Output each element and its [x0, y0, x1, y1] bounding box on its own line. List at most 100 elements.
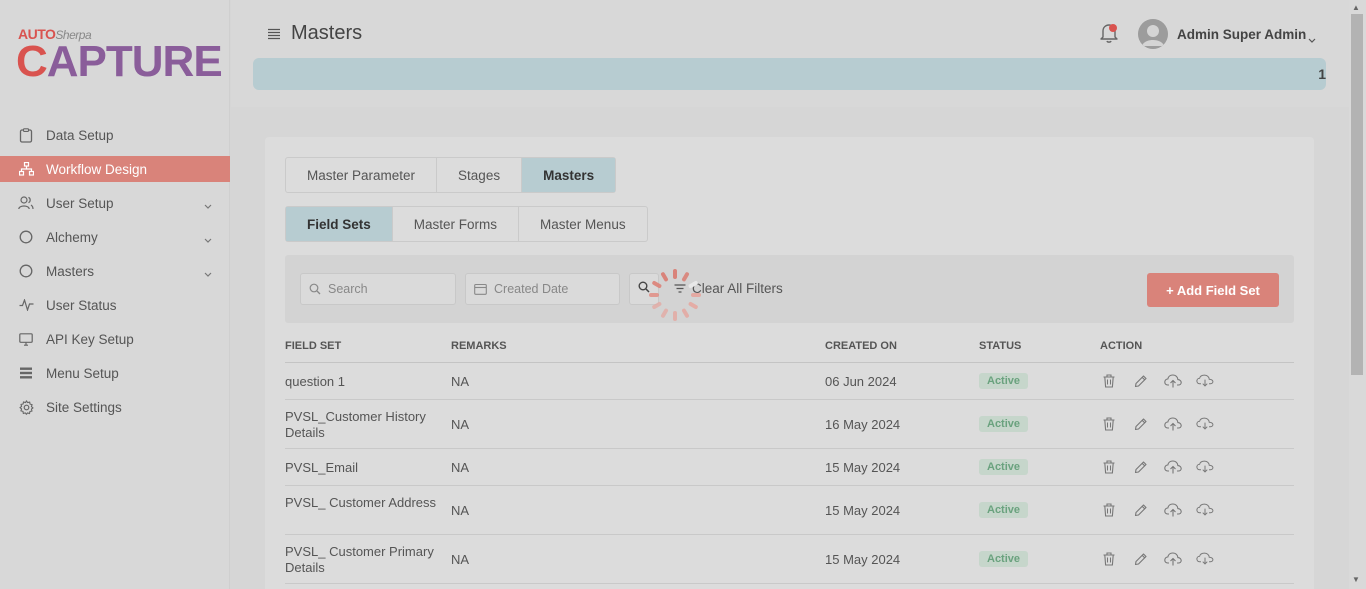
- scrollbar-thumb[interactable]: [1351, 14, 1363, 375]
- table-header: FIELD SET REMARKS CREATED ON STATUS ACTI…: [285, 335, 1294, 363]
- sidebar-item-data-setup[interactable]: Data Setup: [0, 118, 230, 152]
- activity-icon: [18, 297, 34, 313]
- delete-icon[interactable]: [1100, 415, 1118, 433]
- gear-icon: [18, 399, 34, 415]
- created-date-input[interactable]: Created Date: [465, 273, 620, 305]
- sidebar: AUTOSherpa CAPTURE Data Setup Workflow D…: [0, 0, 230, 589]
- remarks-cell: NA: [451, 417, 470, 432]
- clipboard-icon: [18, 127, 34, 143]
- sidebar-item-alchemy[interactable]: Alchemy: [0, 220, 230, 254]
- status-badge: Active: [979, 459, 1029, 475]
- sidebar-item-site-settings[interactable]: Site Settings: [0, 390, 230, 424]
- edit-pencil-icon[interactable]: [1132, 372, 1150, 390]
- tab-masters[interactable]: Masters: [522, 158, 616, 192]
- column-header-created-on[interactable]: CREATED ON: [825, 340, 897, 352]
- add-field-set-button[interactable]: + Add Field Set: [1147, 273, 1279, 307]
- monitor-icon: [18, 331, 34, 347]
- app-logo[interactable]: AUTOSherpa CAPTURE: [16, 24, 223, 86]
- remarks-cell: NA: [451, 374, 470, 389]
- info-banner: 1: [253, 58, 1326, 90]
- chevron-down-icon: [204, 265, 212, 280]
- search-input[interactable]: Search: [300, 273, 456, 305]
- chevron-down-icon: [204, 197, 212, 212]
- status-badge: Active: [979, 502, 1029, 518]
- field-set-name: PVSL_Customer History Details: [285, 409, 426, 440]
- sidebar-item-workflow-design[interactable]: Workflow Design: [0, 156, 230, 182]
- top-header: Masters Admin Super Admin 1: [231, 0, 1349, 107]
- status-badge: Active: [979, 416, 1029, 432]
- list-icon: [18, 365, 34, 381]
- sidebar-item-masters[interactable]: Masters: [0, 254, 230, 288]
- page-title: Masters: [291, 22, 363, 44]
- scroll-up-arrow-icon[interactable]: ▲: [1352, 3, 1360, 12]
- cloud-download-icon[interactable]: [1196, 501, 1214, 519]
- tab-master-parameter[interactable]: Master Parameter: [286, 158, 438, 192]
- upload-icon[interactable]: [1164, 372, 1182, 390]
- main-card: Master Parameter Stages Masters Field Se…: [265, 137, 1314, 589]
- created-on-cell: 16 May 2024: [825, 417, 901, 432]
- loading-spinner-icon: [644, 264, 706, 326]
- column-header-field-set[interactable]: FIELD SET: [285, 340, 341, 352]
- sidebar-item-api-key-setup[interactable]: API Key Setup: [0, 322, 230, 356]
- upload-icon[interactable]: [1164, 550, 1182, 568]
- secondary-tabs: Field Sets Master Forms Master Menus: [285, 206, 648, 242]
- hamburger-menu-icon[interactable]: [267, 27, 281, 41]
- field-sets-table: FIELD SET REMARKS CREATED ON STATUS ACTI…: [285, 335, 1294, 584]
- tab-stages[interactable]: Stages: [437, 158, 523, 192]
- delete-icon[interactable]: [1100, 458, 1118, 476]
- delete-icon[interactable]: [1100, 372, 1118, 390]
- tab-master-forms[interactable]: Master Forms: [393, 207, 520, 241]
- remarks-cell: NA: [451, 460, 470, 475]
- cloud-download-icon[interactable]: [1196, 550, 1214, 568]
- sidebar-item-user-status[interactable]: User Status: [0, 288, 230, 322]
- chevron-down-icon[interactable]: [1308, 30, 1316, 48]
- upload-icon[interactable]: [1164, 501, 1182, 519]
- created-on-cell: 15 May 2024: [825, 460, 901, 475]
- column-header-remarks[interactable]: REMARKS: [451, 340, 507, 352]
- scroll-down-arrow-icon[interactable]: ▼: [1352, 575, 1360, 584]
- sitemap-icon: [18, 161, 34, 177]
- sidebar-item-menu-setup[interactable]: Menu Setup: [0, 356, 230, 390]
- edit-pencil-icon[interactable]: [1132, 550, 1150, 568]
- cloud-download-icon[interactable]: [1196, 415, 1214, 433]
- upload-icon[interactable]: [1164, 458, 1182, 476]
- upload-icon[interactable]: [1164, 415, 1182, 433]
- column-header-status[interactable]: STATUS: [979, 340, 1021, 352]
- table-row: question 1 NA 06 Jun 2024 Active: [285, 363, 1294, 400]
- remarks-cell: NA: [451, 552, 470, 567]
- avatar[interactable]: [1138, 19, 1168, 49]
- edit-pencil-icon[interactable]: [1132, 458, 1150, 476]
- field-set-name: PVSL_ Customer Primary Details: [285, 544, 434, 575]
- field-set-name: PVSL_Email: [285, 460, 358, 475]
- search-placeholder: Search: [328, 282, 368, 296]
- created-on-cell: 15 May 2024: [825, 552, 901, 567]
- sidebar-item-user-setup[interactable]: User Setup: [0, 186, 230, 220]
- row-actions: [1100, 550, 1214, 568]
- table-row: PVSL_Email NA 15 May 2024 Active: [285, 449, 1294, 486]
- remarks-cell: NA: [451, 503, 470, 518]
- delete-icon[interactable]: [1100, 501, 1118, 519]
- search-icon: [309, 283, 321, 295]
- banner-value: 1: [1318, 66, 1326, 82]
- user-name[interactable]: Admin Super Admin: [1177, 27, 1306, 42]
- sidebar-nav: Data Setup Workflow Design User Setup Al…: [0, 118, 230, 424]
- created-on-cell: 06 Jun 2024: [825, 374, 897, 389]
- edit-pencil-icon[interactable]: [1132, 415, 1150, 433]
- delete-icon[interactable]: [1100, 550, 1118, 568]
- cloud-download-icon[interactable]: [1196, 372, 1214, 390]
- users-icon: [18, 195, 34, 211]
- circle-icon: [18, 263, 34, 279]
- notification-dot: [1109, 24, 1117, 32]
- date-placeholder: Created Date: [494, 282, 569, 296]
- row-actions: [1100, 372, 1214, 390]
- tab-master-menus[interactable]: Master Menus: [519, 207, 647, 241]
- primary-tabs: Master Parameter Stages Masters: [285, 157, 617, 193]
- table-row: PVSL_ Customer Address NA 15 May 2024 Ac…: [285, 486, 1294, 535]
- row-actions: [1100, 458, 1214, 476]
- row-actions: [1100, 501, 1214, 519]
- column-header-action: ACTION: [1100, 340, 1143, 352]
- status-badge: Active: [979, 551, 1029, 567]
- tab-field-sets[interactable]: Field Sets: [286, 207, 393, 241]
- edit-pencil-icon[interactable]: [1132, 501, 1150, 519]
- cloud-download-icon[interactable]: [1196, 458, 1214, 476]
